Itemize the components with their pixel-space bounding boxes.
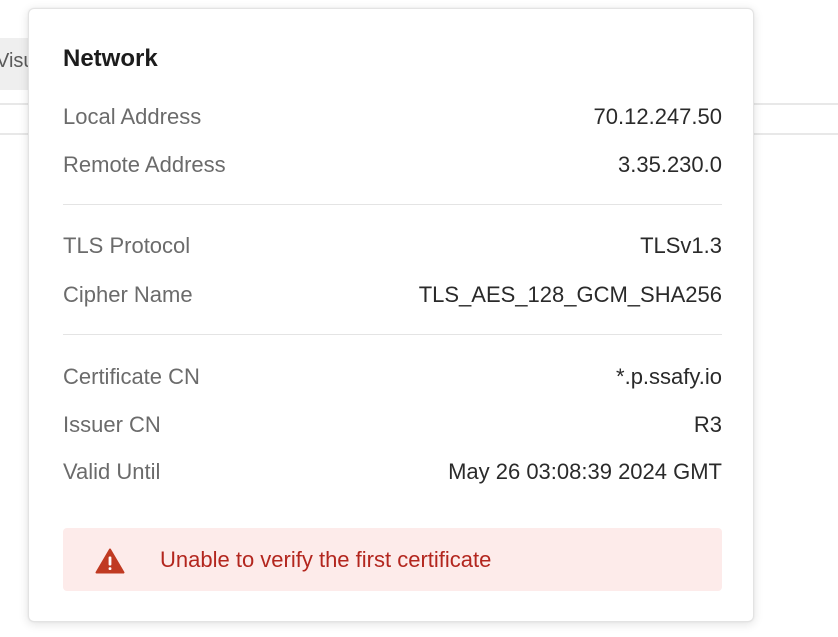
info-label: Issuer CN [63,412,161,437]
info-row-remote-address: Remote Address 3.35.230.0 [63,149,722,181]
section-divider [63,334,722,335]
info-row-certificate-cn: Certificate CN *.p.ssafy.io [63,361,722,393]
info-row-tls-protocol: TLS Protocol TLSv1.3 [63,230,722,262]
info-row-cipher-name: Cipher Name TLS_AES_128_GCM_SHA256 [63,279,722,311]
popover-title: Network [63,45,158,72]
info-value: May 26 03:08:39 2024 GMT [448,459,722,484]
info-value: 3.35.230.0 [618,152,722,177]
network-info-popover: Network Local Address 70.12.247.50 Remot… [28,8,754,622]
certificate-error-banner: Unable to verify the first certificate [63,528,722,591]
info-value: *.p.ssafy.io [616,364,722,389]
info-label: Cipher Name [63,282,193,307]
info-value: R3 [693,412,722,437]
info-label: Certificate CN [63,364,200,389]
info-row-valid-until: Valid Until May 26 03:08:39 2024 GMT [63,456,722,488]
info-label: Local Address [63,104,202,129]
info-value: TLS_AES_128_GCM_SHA256 [418,282,722,307]
info-value: TLSv1.3 [640,233,722,258]
info-label: Remote Address [63,152,226,177]
error-message: Unable to verify the first certificate [160,547,492,572]
info-label: Valid Until [63,459,161,484]
info-label: TLS Protocol [63,233,191,258]
info-value: 70.12.247.50 [593,104,722,129]
warning-triangle-icon [95,548,125,574]
section-divider [63,204,722,205]
info-row-local-address: Local Address 70.12.247.50 [63,101,722,133]
info-row-issuer-cn: Issuer CN R3 [63,409,722,441]
